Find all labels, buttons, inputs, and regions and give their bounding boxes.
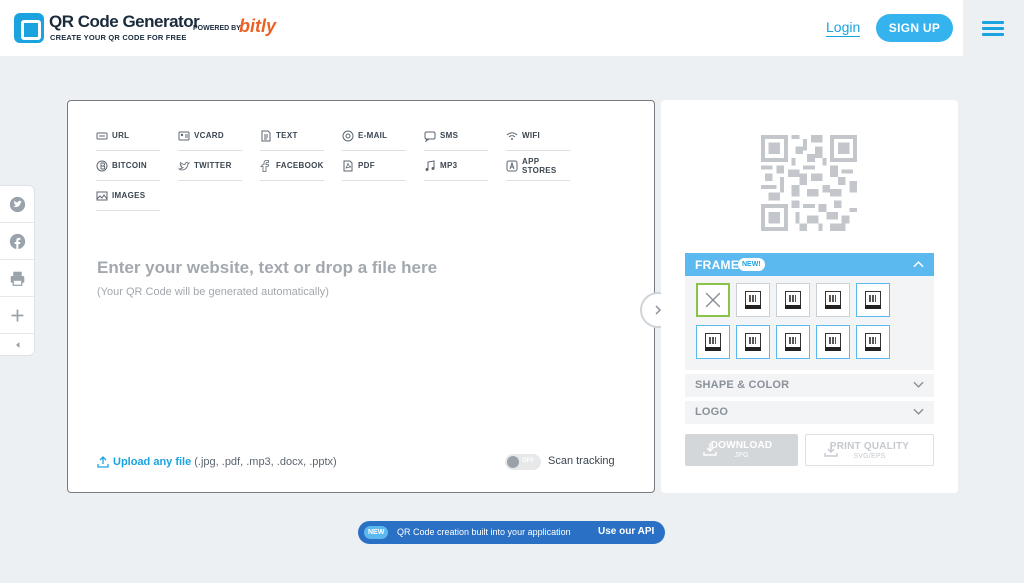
email-icon [342, 130, 354, 141]
new-badge: NEW! [738, 258, 765, 271]
tab-label: IMAGES [112, 191, 146, 200]
banner-new-badge: NEW [364, 526, 389, 539]
tab-twitter[interactable]: TWITTER [178, 151, 242, 181]
tab-label: APP STORES [522, 156, 557, 175]
content-drop-input[interactable]: Enter your website, text or drop a file … [97, 258, 437, 278]
frame-option[interactable] [856, 283, 890, 317]
frame-none-option[interactable] [696, 283, 730, 317]
content-hint: (Your QR Code will be generated automati… [97, 286, 329, 298]
pdf-icon [343, 160, 353, 171]
plus-icon[interactable] [0, 297, 36, 334]
site-title[interactable]: QR Code Generator [49, 12, 200, 32]
tab-facebook[interactable]: FACEBOOK [260, 151, 324, 181]
print-quality-label: PRINT QUALITY [829, 441, 910, 452]
tab-label: URL [112, 131, 130, 140]
tab-url[interactable]: URL [96, 121, 160, 151]
tab-text[interactable]: TEXT [260, 121, 324, 151]
frame-option[interactable] [696, 325, 730, 359]
hamburger-menu-icon[interactable] [982, 21, 1004, 37]
twitter-icon [178, 161, 190, 170]
powered-by-label: POWERED BY [193, 25, 241, 32]
print-quality-button[interactable]: PRINT QUALITY SVG/EPS [805, 434, 934, 466]
facebook-icon[interactable] [0, 223, 36, 260]
chevron-up-icon [913, 261, 924, 268]
tab-label: SMS [440, 131, 459, 140]
logo-title: LOGO [695, 406, 729, 418]
tab-mp3[interactable]: MP3 [424, 151, 488, 181]
upload-file-types: (.jpg, .pdf, .mp3, .docx, .pptx) [194, 456, 337, 468]
frame-options [685, 276, 934, 370]
upload-row: Upload any file (.jpg, .pdf, .mp3, .docx… [97, 456, 337, 468]
frame-option[interactable] [776, 325, 810, 359]
header: QR Code Generator CREATE YOUR QR CODE FO… [0, 0, 1004, 56]
qr-code-preview [761, 135, 857, 231]
logo-section[interactable]: LOGO [685, 401, 934, 424]
appstore-icon [506, 160, 518, 171]
bitcoin-icon [96, 160, 108, 171]
tab-sms[interactable]: SMS [424, 121, 488, 151]
api-banner[interactable]: NEW QR Code creation built into your app… [358, 521, 665, 544]
tab-label: VCARD [194, 131, 224, 140]
upload-icon[interactable] [97, 456, 109, 468]
frame-option[interactable] [776, 283, 810, 317]
images-icon [96, 191, 108, 200]
qr-content-panel: URL VCARD TEXT E-MAIL SMS WIFI BITCOIN TWITTER F… [67, 100, 655, 493]
collapse-icon[interactable] [0, 334, 36, 356]
tab-pdf[interactable]: PDF [342, 151, 406, 181]
qr-preview-panel: FRAME NEW! SHAPE & COLOR LOGO DOWNLOAD J… [661, 100, 958, 493]
tab-label: E-MAIL [358, 131, 388, 140]
scan-tracking-label: Scan tracking [548, 455, 615, 467]
qr-logo-icon[interactable] [14, 13, 44, 43]
frame-option[interactable] [736, 325, 770, 359]
toggle-knob [507, 456, 519, 468]
twitter-icon[interactable] [0, 186, 36, 223]
close-icon [705, 292, 721, 308]
tab-app-stores[interactable]: APP STORES [506, 151, 570, 181]
login-link[interactable]: Login [826, 19, 861, 37]
frame-title: FRAME [695, 258, 740, 272]
tab-e-mail[interactable]: E-MAIL [342, 121, 406, 151]
wifi-icon [506, 131, 518, 140]
print-quality-format: SVG/EPS [853, 453, 886, 460]
tab-wifi[interactable]: WIFI [506, 121, 570, 151]
share-sidebar [0, 185, 36, 356]
tab-label: BITCOIN [112, 161, 147, 170]
bitly-logo[interactable]: bitly [239, 16, 276, 37]
site-subtitle: CREATE YOUR QR CODE FOR FREE [50, 33, 187, 42]
frame-option[interactable] [816, 283, 850, 317]
tab-images[interactable]: IMAGES [96, 181, 160, 211]
url-icon [96, 132, 108, 139]
tab-label: TEXT [276, 131, 298, 140]
banner-text: QR Code creation built into your applica… [397, 527, 571, 537]
tab-label: MP3 [440, 161, 458, 170]
mp3-icon [425, 159, 435, 171]
tab-vcard[interactable]: VCARD [178, 121, 242, 151]
download-format: JPG [734, 452, 749, 459]
frame-option[interactable] [856, 325, 890, 359]
frame-section-header[interactable]: FRAME NEW! [685, 253, 934, 276]
use-api-link[interactable]: Use our API [598, 526, 654, 537]
signup-button[interactable]: SIGN UP [876, 14, 953, 42]
facebook-icon [260, 159, 270, 172]
chevron-down-icon [913, 408, 924, 415]
print-icon[interactable] [0, 260, 36, 297]
tab-label: TWITTER [194, 161, 232, 170]
shape-color-title: SHAPE & COLOR [695, 379, 790, 391]
vcard-icon [178, 131, 190, 140]
tab-label: WIFI [522, 131, 541, 140]
download-button[interactable]: DOWNLOAD JPG [685, 434, 798, 466]
sms-icon [424, 131, 436, 142]
shape-color-section[interactable]: SHAPE & COLOR [685, 374, 934, 397]
frame-option[interactable] [816, 325, 850, 359]
tab-label: PDF [358, 161, 375, 170]
tab-bitcoin[interactable]: BITCOIN [96, 151, 160, 181]
text-icon [261, 130, 271, 141]
scan-tracking-toggle[interactable]: OFF [505, 454, 541, 470]
chevron-down-icon [913, 381, 924, 388]
download-label: DOWNLOAD [710, 440, 773, 451]
tab-label: FACEBOOK [276, 161, 324, 170]
frame-option[interactable] [736, 283, 770, 317]
toggle-state: OFF [522, 458, 534, 464]
upload-file-link[interactable]: Upload any file [113, 456, 191, 468]
